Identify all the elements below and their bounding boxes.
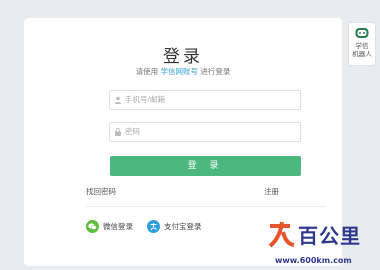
username-field[interactable]: 手机号/邮箱 bbox=[109, 90, 301, 110]
divider bbox=[86, 206, 326, 207]
watermark-name: 百公里 bbox=[298, 224, 361, 248]
login-subtitle: 请使用 学信网账号 进行登录 bbox=[24, 66, 342, 77]
alipay-login-label: 支付宝登录 bbox=[164, 221, 202, 231]
password-field[interactable]: 密码 bbox=[109, 122, 301, 142]
alipay-login-button[interactable]: 支付宝登录 bbox=[147, 218, 202, 234]
chatbot-widget[interactable]: 学信 机器人 bbox=[348, 22, 376, 66]
wechat-icon bbox=[86, 219, 99, 233]
subtitle-suffix: 进行登录 bbox=[200, 67, 231, 76]
lock-icon bbox=[115, 128, 121, 136]
user-icon bbox=[114, 96, 122, 104]
forgot-password-link[interactable]: 找回密码 bbox=[86, 186, 116, 197]
register-link[interactable]: 注册 bbox=[264, 186, 279, 197]
watermark-logo-icon bbox=[268, 221, 295, 248]
chatbot-label-line1: 学信 bbox=[355, 42, 369, 50]
login-button[interactable]: 登 录 bbox=[110, 156, 301, 176]
account-link[interactable]: 学信网账号 bbox=[161, 67, 199, 76]
password-placeholder: 密码 bbox=[125, 127, 140, 136]
wechat-login-button[interactable]: 微信登录 bbox=[86, 218, 133, 234]
alipay-icon bbox=[147, 219, 160, 233]
robot-icon bbox=[354, 26, 370, 40]
subtitle-prefix: 请使用 bbox=[135, 67, 159, 76]
page-title: 登录 bbox=[163, 47, 203, 67]
chatbot-label-line2: 机器人 bbox=[352, 50, 372, 58]
username-placeholder: 手机号/邮箱 bbox=[125, 95, 166, 104]
watermark-url: www.600km.com bbox=[275, 256, 352, 265]
wechat-login-label: 微信登录 bbox=[103, 221, 133, 231]
